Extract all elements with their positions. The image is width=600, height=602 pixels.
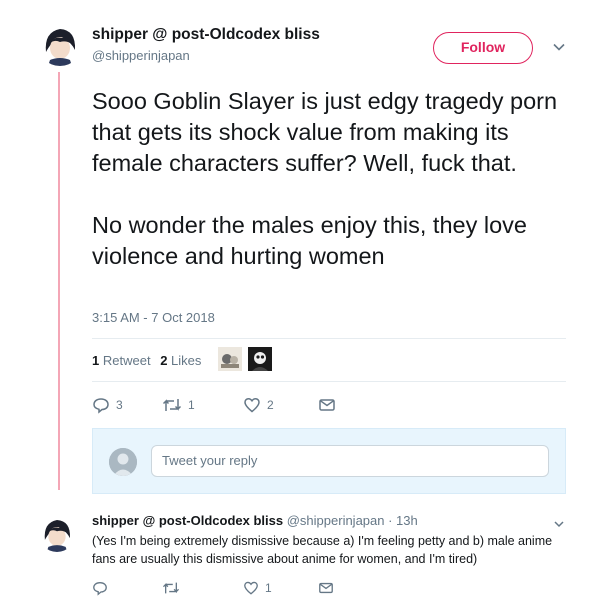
like-count: 1 — [265, 581, 272, 595]
retweet-stat-count: 1 — [92, 353, 100, 368]
avatar[interactable] — [38, 514, 76, 552]
avatar[interactable] — [38, 22, 82, 66]
reply-action[interactable]: 3 — [92, 396, 123, 414]
retweet-action[interactable]: 1 — [162, 396, 195, 414]
current-user-avatar — [109, 448, 137, 476]
retweet-stat-label: Retweet — [102, 353, 151, 368]
reply-count: 3 — [116, 398, 123, 412]
liker-avatar[interactable] — [218, 347, 242, 371]
divider — [92, 338, 566, 339]
retweet-icon — [162, 399, 182, 411]
message-action[interactable] — [318, 396, 336, 414]
reply-header: shipper @ post-Oldcodex bliss @shipperin… — [92, 513, 418, 528]
retweet-action[interactable] — [162, 580, 180, 596]
reply-display-name[interactable]: shipper @ post-Oldcodex bliss — [92, 513, 283, 528]
thread-line — [58, 72, 60, 490]
retweet-icon — [162, 582, 180, 594]
like-icon — [244, 581, 258, 595]
divider — [92, 381, 566, 382]
reply-composer: Tweet your reply — [92, 428, 566, 494]
reply-text: (Yes I'm being extremely dismissive beca… — [92, 534, 553, 566]
retweet-count: 1 — [188, 398, 195, 412]
like-stat[interactable]: 2 Likes — [160, 353, 201, 368]
reply-icon — [93, 398, 109, 414]
liker-avatar[interactable] — [248, 347, 272, 371]
message-icon — [319, 399, 335, 411]
like-action[interactable]: 1 — [243, 580, 272, 596]
timestamp[interactable]: 3:15 AM - 7 Oct 2018 — [92, 310, 215, 325]
tweet-text: Sooo Goblin Slayer is just edgy tragedy … — [92, 88, 558, 269]
like-stat-count: 2 — [160, 353, 168, 368]
chevron-down-icon[interactable] — [553, 517, 565, 529]
chevron-down-icon[interactable] — [552, 40, 566, 54]
follow-button[interactable]: Follow — [433, 32, 533, 64]
like-stat-label: Likes — [171, 353, 202, 368]
like-action[interactable]: 2 — [243, 396, 274, 414]
like-icon — [244, 397, 260, 413]
tweet-stats: 1 Retweet 2 Likes — [92, 353, 207, 368]
reply-icon — [93, 581, 107, 596]
display-name[interactable]: shipper @ post-Oldcodex bliss — [92, 26, 320, 44]
message-icon — [319, 582, 333, 594]
reply-action[interactable] — [92, 580, 108, 596]
reply-meta[interactable]: @shipperinjapan · 13h — [287, 513, 418, 528]
user-handle[interactable]: @shipperinjapan — [92, 48, 190, 63]
retweet-stat[interactable]: 1 Retweet — [92, 353, 151, 368]
reply-input[interactable]: Tweet your reply — [151, 445, 549, 477]
like-count: 2 — [267, 398, 274, 412]
message-action[interactable] — [318, 580, 334, 596]
